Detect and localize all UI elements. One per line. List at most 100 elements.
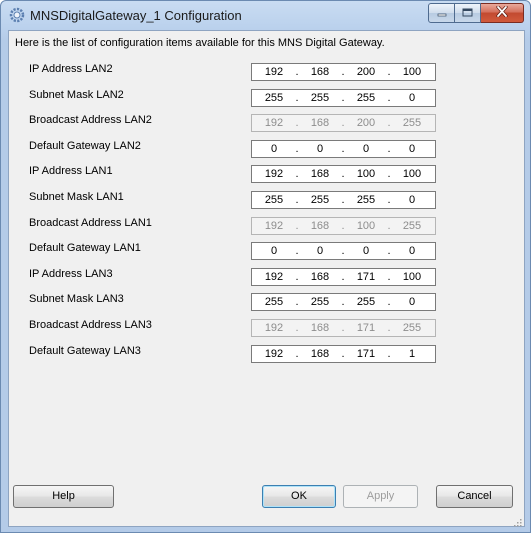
field-row: Broadcast Address LAN1 192. 168. 100. 255 [9, 215, 524, 237]
field-row: Default Gateway LAN1 0. 0. 0. 0 [9, 240, 524, 262]
ip-address-input[interactable]: 192. 168. 171. 1 [251, 345, 436, 363]
ip-address-input[interactable]: 0.0.0.0 [251, 242, 436, 260]
field-label: Subnet Mask LAN1 [29, 191, 124, 203]
ok-button[interactable]: OK [262, 485, 336, 508]
ip-octet[interactable]: 192 [255, 271, 293, 283]
resize-grip-icon[interactable] [512, 514, 522, 527]
ip-octet[interactable]: 0 [301, 245, 339, 257]
ip-octet: 168 [310, 117, 330, 129]
octet-separator: . [341, 143, 345, 155]
ip-octet[interactable]: 100 [393, 66, 431, 78]
ip-octet[interactable]: 0 [255, 143, 293, 155]
ip-octet[interactable]: 255 [255, 296, 293, 308]
ip-octet[interactable]: 255 [301, 296, 339, 308]
ip-octet[interactable]: 0 [393, 194, 431, 206]
window-title: MNSDigitalGateway_1 Configuration [30, 8, 242, 23]
minimize-icon [437, 4, 447, 22]
ip-octet[interactable]: 0 [255, 245, 293, 257]
ip-address-input[interactable]: 192. 168. 100. 100 [251, 165, 436, 183]
ip-octet[interactable]: 192 [255, 168, 293, 180]
ip-octet[interactable]: 168 [301, 66, 339, 78]
ip-address-input[interactable]: 255. 255. 255. 0 [251, 293, 436, 311]
ip-octet: 168 [310, 220, 330, 232]
ip-octet[interactable]: 0 [393, 296, 431, 308]
ip-octet[interactable]: 1 [393, 348, 431, 360]
title-bar[interactable]: MNSDigitalGateway_1 Configuration [1, 1, 530, 31]
ip-octet: 192 [264, 220, 284, 232]
minimize-button[interactable] [428, 3, 455, 23]
octet-separator: . [295, 296, 299, 308]
ip-octet[interactable]: 0 [393, 143, 431, 155]
help-button[interactable]: Help [13, 485, 114, 508]
close-button[interactable] [481, 3, 524, 23]
ip-address-input[interactable]: 192. 168. 171. 100 [251, 268, 436, 286]
octet-separator: . [295, 322, 299, 334]
ip-octet[interactable]: 0 [393, 92, 431, 104]
octet-separator: . [387, 296, 391, 308]
octet-separator: . [387, 220, 391, 232]
ip-octet[interactable]: 100 [393, 168, 431, 180]
field-label: IP Address LAN2 [29, 63, 113, 75]
ip-octet: 100 [356, 220, 376, 232]
maximize-button[interactable] [455, 3, 481, 23]
ip-octet[interactable]: 255 [347, 92, 385, 104]
octet-separator: . [387, 322, 391, 334]
ip-octet[interactable]: 200 [347, 66, 385, 78]
octet-separator: . [295, 168, 299, 180]
octet-separator: . [341, 92, 345, 104]
field-row: Broadcast Address LAN2 192. 168. 200. 255 [9, 112, 524, 134]
ip-address-input: 192. 168. 100. 255 [251, 217, 436, 235]
ip-octet[interactable]: 168 [301, 271, 339, 283]
ip-address-input[interactable]: 192. 168. 200. 100 [251, 63, 436, 81]
close-icon [496, 4, 508, 22]
octet-separator: . [341, 168, 345, 180]
ip-octet[interactable]: 0 [347, 143, 385, 155]
ip-address-input[interactable]: 255. 255. 255. 0 [251, 89, 436, 107]
ip-octet[interactable]: 100 [347, 168, 385, 180]
ip-address-input: 192. 168. 171. 255 [251, 319, 436, 337]
octet-separator: . [341, 220, 345, 232]
octet-separator: . [295, 66, 299, 78]
octet-separator: . [387, 245, 391, 257]
ip-octet: 255 [402, 117, 422, 129]
ip-octet: 255 [402, 220, 422, 232]
ip-octet[interactable]: 168 [301, 348, 339, 360]
octet-separator: . [295, 220, 299, 232]
octet-separator: . [387, 168, 391, 180]
ip-octet[interactable]: 255 [347, 194, 385, 206]
ip-address-input[interactable]: 0.0.0.0 [251, 140, 436, 158]
cancel-button[interactable]: Cancel [436, 485, 513, 508]
ip-octet[interactable]: 192 [255, 66, 293, 78]
octet-separator: . [341, 245, 345, 257]
ip-octet[interactable]: 171 [347, 271, 385, 283]
octet-separator: . [295, 117, 299, 129]
field-label: Broadcast Address LAN3 [29, 319, 152, 331]
ip-octet[interactable]: 171 [347, 348, 385, 360]
ip-octet[interactable]: 255 [347, 296, 385, 308]
octet-separator: . [295, 194, 299, 206]
ip-octet[interactable]: 255 [301, 194, 339, 206]
ip-octet: 192 [264, 322, 284, 334]
ip-octet[interactable]: 192 [255, 348, 293, 360]
octet-separator: . [341, 66, 345, 78]
field-row: Broadcast Address LAN3 192. 168. 171. 255 [9, 317, 524, 339]
ip-octet[interactable]: 100 [393, 271, 431, 283]
octet-separator: . [341, 296, 345, 308]
ip-octet[interactable]: 255 [301, 92, 339, 104]
field-row: Subnet Mask LAN2 255. 255. 255. 0 [9, 87, 524, 109]
ip-octet: 171 [356, 322, 376, 334]
ip-address-input[interactable]: 255. 255. 255. 0 [251, 191, 436, 209]
field-label: Default Gateway LAN1 [29, 242, 141, 254]
ip-octet[interactable]: 0 [393, 245, 431, 257]
octet-separator: . [295, 348, 299, 360]
ip-octet[interactable]: 255 [255, 194, 293, 206]
field-label: Subnet Mask LAN3 [29, 293, 124, 305]
ip-octet[interactable]: 168 [301, 168, 339, 180]
field-label: IP Address LAN1 [29, 165, 113, 177]
ip-octet[interactable]: 255 [255, 92, 293, 104]
ip-octet[interactable]: 0 [347, 245, 385, 257]
ip-address-input: 192. 168. 200. 255 [251, 114, 436, 132]
octet-separator: . [387, 66, 391, 78]
octet-separator: . [341, 348, 345, 360]
ip-octet[interactable]: 0 [301, 143, 339, 155]
